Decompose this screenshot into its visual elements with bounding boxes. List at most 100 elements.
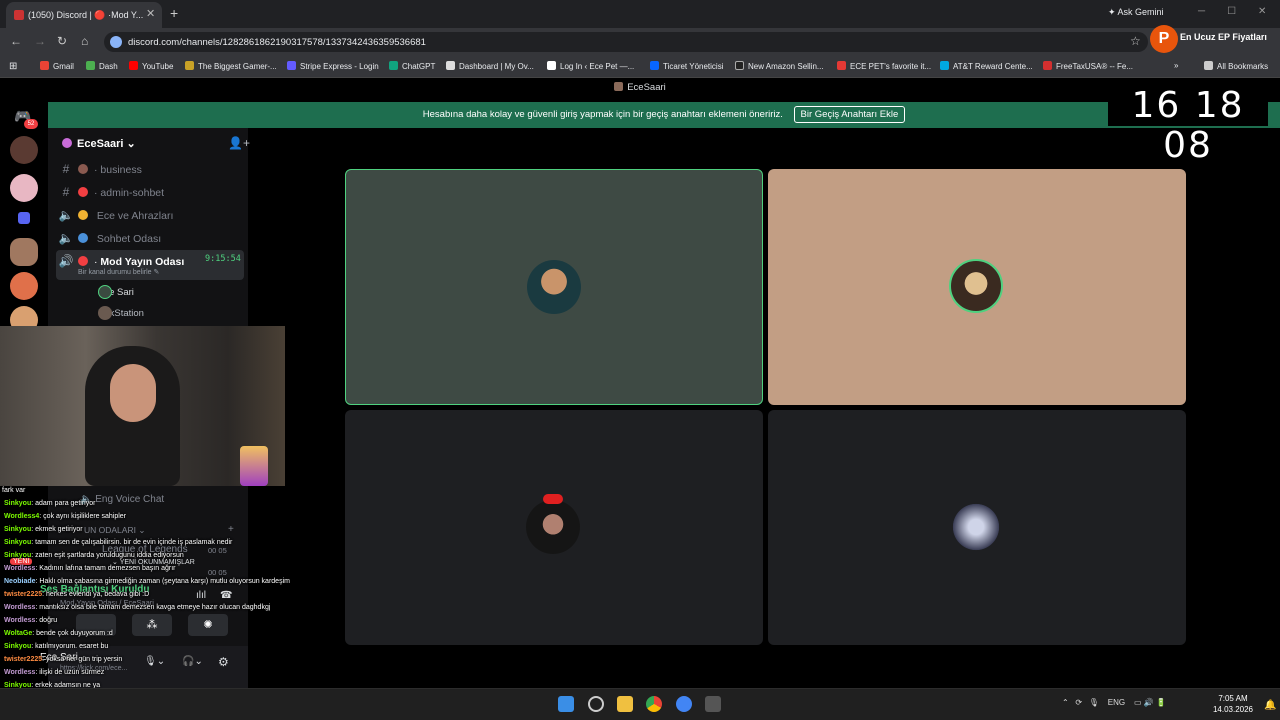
active-speaker-icon: 🔊 — [58, 254, 74, 268]
add-passkey-button[interactable]: Bir Geçiş Anahtarı Ekle — [793, 106, 906, 123]
bookmark-ece-pet-favorite[interactable]: ECE PET's favorite it... — [837, 61, 931, 71]
bookmark-freetaxusa[interactable]: FreeTaxUSA® -- Fe... — [1043, 61, 1133, 71]
video-tile-1[interactable] — [345, 169, 763, 405]
window-controls[interactable]: ─☐✕ — [1198, 6, 1280, 17]
clock-date: 14.03.2026 — [1212, 705, 1254, 714]
banner-text: Hesabına daha kolay ve güvenli giriş yap… — [422, 109, 783, 120]
chat-username: Wordless — [4, 617, 36, 624]
chat-text: : katılmıyorum. esaret bu — [31, 643, 109, 650]
bow-icon — [543, 494, 563, 504]
server-boost-icon — [62, 138, 72, 148]
ask-gemini-button[interactable]: ✦ Ask Gemini — [1108, 7, 1164, 18]
chat-text: : yoksa her gün trip yersin — [42, 656, 123, 663]
url-text: discord.com/channels/1282861862190317578… — [128, 37, 426, 48]
invite-people-icon[interactable]: 👤+ — [228, 136, 250, 150]
voice-user-kekstation[interactable]: KekStation — [78, 306, 144, 320]
text-channel-icon: # — [62, 185, 70, 199]
promo-overlay: P En Ucuz EP Fiyatları — [1150, 24, 1280, 54]
channel-ece-ve-ahrazlari[interactable]: 🔈 Ece ve Ahrazları — [56, 204, 244, 226]
apps-grid-icon[interactable]: ⊞ — [9, 61, 17, 72]
chat-message: fark var — [0, 484, 300, 497]
speaker-icon: 🔈 — [58, 231, 74, 245]
bookmark-gmail[interactable]: Gmail — [40, 61, 74, 71]
all-bookmarks-folder[interactable]: All Bookmarks — [1204, 61, 1268, 71]
channel-admin-sohbet[interactable]: # · admin-sohbet — [56, 181, 244, 203]
chat-message: Sinkyou: ekmek getiriyor — [0, 523, 300, 536]
chat-message: Wordless: Kadının lafına tamam demezsen … — [0, 562, 300, 575]
chat-username: Sinkyou — [4, 552, 32, 559]
file-explorer-icon[interactable] — [617, 696, 633, 712]
chat-message: WoltaGe: bende çok duyuyorum :d — [0, 627, 300, 640]
server-icon-1[interactable] — [10, 136, 38, 164]
bookmark-dashboard[interactable]: Dashboard | My Ov... — [446, 61, 534, 71]
bookmark-stripe[interactable]: Stripe Express - Login — [287, 61, 379, 71]
chat-message: Neobiade: Haklı olma çabasına girmediğin… — [0, 575, 300, 588]
notifications-icon[interactable]: 🔔 — [1264, 700, 1276, 711]
address-bar[interactable]: discord.com/channels/1282861862190317578… — [104, 32, 1148, 52]
bookmark-youtube[interactable]: YouTube — [129, 61, 173, 71]
server-mini-icon — [614, 82, 624, 91]
video-tile-4[interactable] — [768, 410, 1186, 645]
bookmark-amazon[interactable]: New Amazon Sellin... — [735, 61, 824, 71]
channel-sohbet-odasi[interactable]: 🔈 Sohbet Odası — [56, 227, 244, 249]
avatar — [949, 500, 1003, 554]
channel-status-hint[interactable]: Bir kanal durumu belirle ✎ — [78, 268, 159, 276]
close-tab-icon[interactable]: ✕ — [146, 7, 155, 20]
chat-text: : Kadının lafına tamam demezsen başın ağ… — [35, 565, 176, 572]
bookmark-dash[interactable]: Dash — [86, 61, 118, 71]
server-icon-2[interactable] — [10, 174, 38, 202]
chat-message: Sinkyou: tamam sen de çalışabilirsin. bi… — [0, 536, 300, 549]
voice-timer: 9:15:54 — [205, 254, 241, 264]
chat-message: twister2225: herkes evlendi ya, bedava g… — [0, 588, 300, 601]
bookmark-biggest-gamer[interactable]: The Biggest Gamer-... — [185, 61, 277, 71]
chat-username: Wordless4 — [4, 513, 40, 520]
chat-username: WoltaGe — [4, 630, 33, 637]
folder-icon[interactable] — [18, 212, 30, 224]
ask-gemini-label: Ask Gemini — [1117, 7, 1164, 17]
start-icon[interactable] — [558, 696, 574, 712]
video-tile-3[interactable] — [345, 410, 763, 645]
reload-icon[interactable]: ↻ — [57, 34, 67, 48]
streamer-face — [110, 364, 156, 422]
chat-username: Wordless — [4, 604, 36, 611]
voice-user-ece-sari[interactable]: Ece Sari — [78, 285, 134, 299]
google-icon[interactable] — [676, 696, 692, 712]
server-name-header[interactable]: EceSaari ⌄ — [62, 137, 136, 150]
chat-text: : ilişki de uzun sürmez — [35, 669, 105, 676]
server-icon-ecesaari[interactable] — [10, 238, 38, 266]
chat-text: : çok aynı kişiliklere sahipler — [39, 513, 127, 520]
more-bookmarks-icon[interactable]: » — [1174, 61, 1178, 70]
server-icon-4[interactable] — [10, 272, 38, 300]
bookmark-ticaret[interactable]: Ticaret Yöneticisi — [650, 61, 723, 71]
chat-username: Sinkyou — [4, 539, 32, 546]
bookmark-star-icon[interactable]: ☆ — [1130, 34, 1141, 48]
site-info-icon[interactable] — [110, 36, 122, 48]
chat-message: Sinkyou: zaten eşit şartlarda yoruldugun… — [0, 549, 300, 562]
bookmark-chatgpt[interactable]: ChatGPT — [389, 61, 435, 71]
stream-chat-overlay: fark var Sinkyou: adam para getiriyor Word… — [0, 484, 300, 720]
bookmark-ece-pet[interactable]: Log In ‹ Ece Pet —... — [547, 61, 634, 71]
avatar — [949, 259, 1003, 313]
chrome-icon[interactable] — [646, 696, 662, 712]
chat-text: : doğru — [35, 617, 58, 624]
chat-text: : herkes evlendi ya, bedava gibi :D — [42, 591, 150, 598]
app-icon[interactable] — [705, 696, 721, 712]
no-entry-emoji-icon — [78, 187, 88, 197]
language-indicator[interactable]: ENG — [1108, 698, 1125, 707]
home-icon[interactable]: ⌂ — [81, 34, 88, 48]
browser-tab[interactable]: (1050) Discord | 🔴 ·Mod Y... — [6, 2, 162, 28]
bookmark-att[interactable]: AT&T Reward Cente... — [940, 61, 1033, 71]
task-view-icon[interactable] — [588, 696, 604, 712]
taskbar-clock[interactable]: 7:05 AM 14.03.2026 — [1208, 693, 1258, 715]
channel-business[interactable]: # · business — [56, 158, 244, 180]
chat-text: : zaten eşit şartlarda yoruldugunu iddia… — [31, 552, 184, 559]
chat-username: Neobiade — [4, 578, 36, 585]
channel-emoji-icon — [78, 164, 88, 174]
new-tab-button[interactable]: + — [170, 5, 178, 21]
avatar — [526, 500, 580, 554]
text-channel-icon: # — [62, 162, 70, 176]
back-icon[interactable]: ← — [10, 34, 22, 48]
video-tile-2[interactable] — [768, 169, 1186, 405]
forward-icon[interactable]: → — [34, 34, 46, 48]
system-tray[interactable]: ⌃ ⟳ 🎙 ENG ▭ 🔊 🔋 — [1062, 698, 1166, 707]
